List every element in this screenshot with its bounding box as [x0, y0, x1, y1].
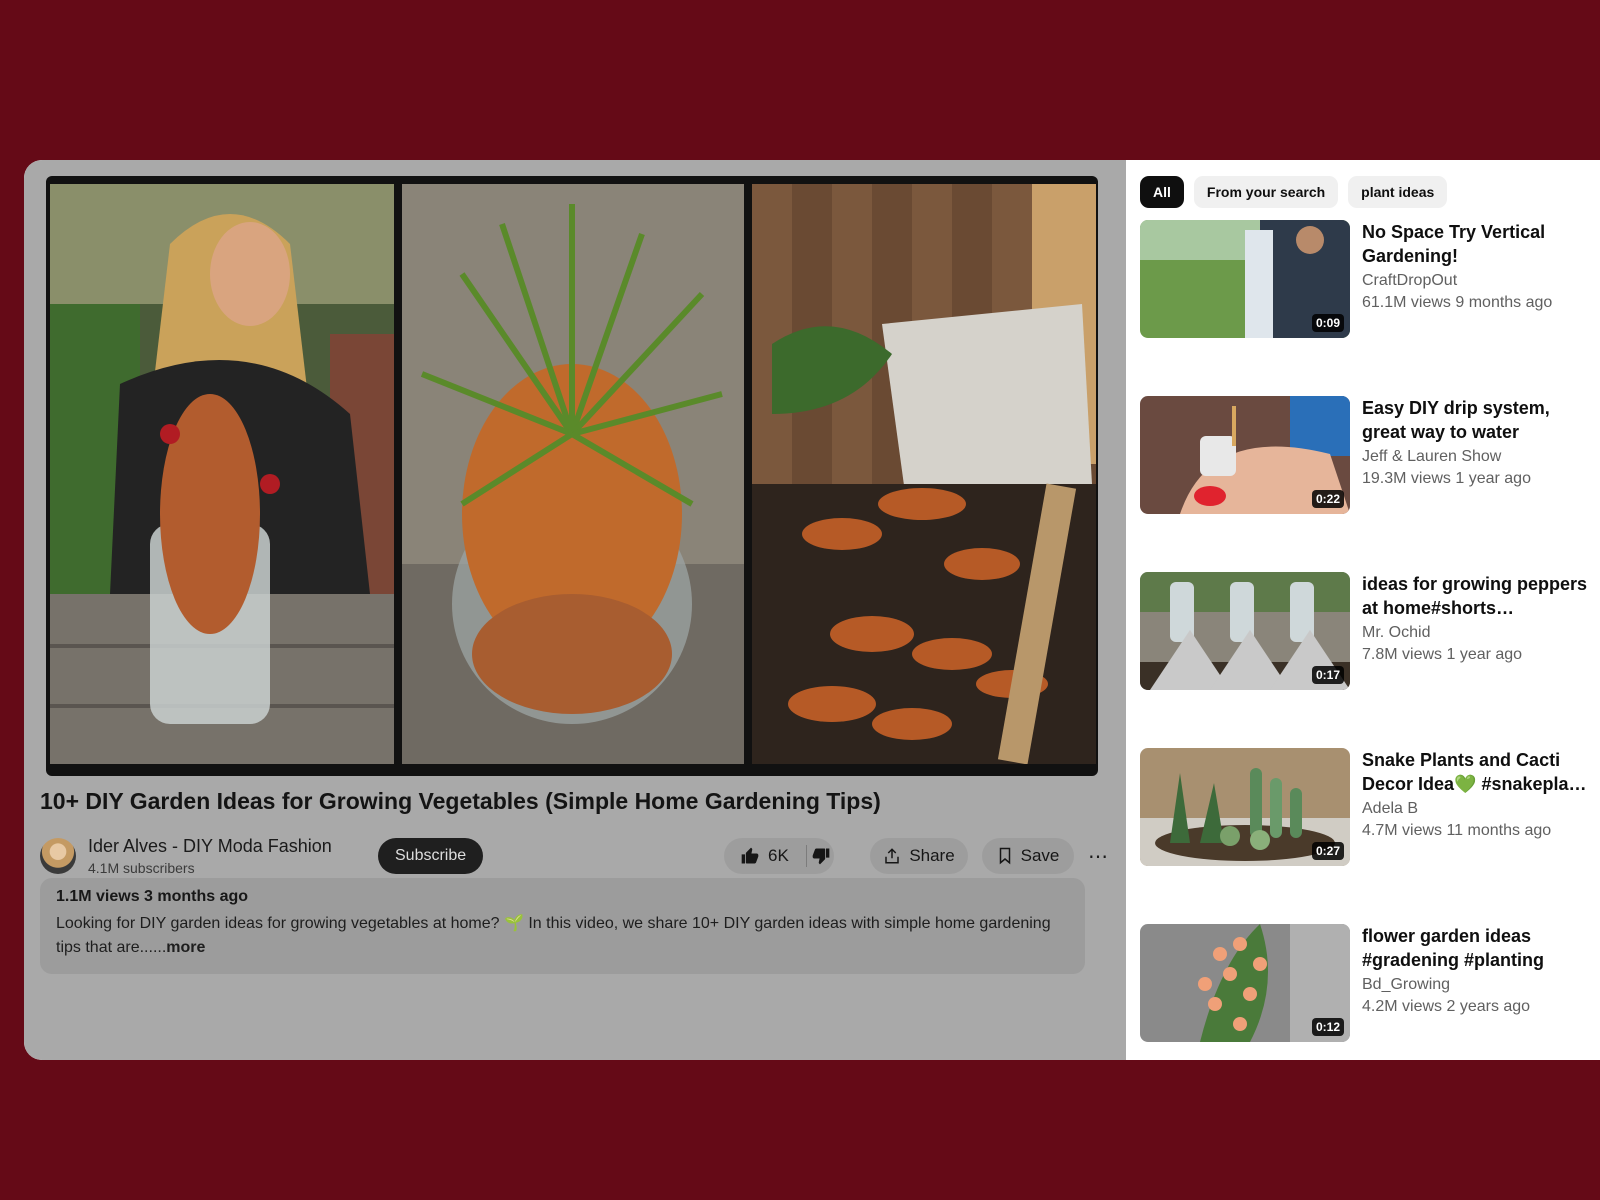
video-frame-middle	[402, 184, 744, 764]
chip-plant-ideas[interactable]: plant ideas	[1348, 176, 1448, 208]
video-thumbnail[interactable]: 0:09	[1140, 220, 1350, 338]
more-horizontal-icon: ⋯	[1088, 845, 1108, 868]
recommendation-item[interactable]: 0:12 flower garden ideas #gradening #pla…	[1140, 924, 1596, 1044]
like-count: 6K	[768, 846, 789, 865]
like-dislike-group: 6K	[724, 838, 834, 874]
subscriber-count: 4.1M subscribers	[88, 860, 195, 876]
share-label: Share	[909, 846, 955, 865]
show-more-link[interactable]: more	[166, 939, 205, 956]
recommendation-channel[interactable]: Mr. Ochid	[1362, 624, 1430, 642]
recommendation-title[interactable]: ideas for growing peppers at home#shorts…	[1362, 572, 1590, 620]
chip-all[interactable]: All	[1140, 176, 1184, 208]
watch-panel: 10+ DIY Garden Ideas for Growing Vegetab…	[24, 160, 1126, 1060]
video-thumbnail[interactable]: 0:12	[1140, 924, 1350, 1042]
recommendation-channel[interactable]: Bd_Growing	[1362, 976, 1450, 994]
filter-chips: All From your search plant ideas	[1140, 176, 1448, 208]
share-button[interactable]: Share	[870, 838, 968, 874]
recommendation-title[interactable]: Easy DIY drip system, great way to water…	[1362, 396, 1590, 444]
share-icon	[885, 848, 900, 864]
thumbs-up-icon	[741, 847, 759, 864]
description-box[interactable]: 1.1M views 3 months ago Looking for DIY …	[40, 878, 1085, 974]
video-duration: 0:22	[1311, 490, 1344, 508]
recommendation-title[interactable]: flower garden ideas #gradening #planting	[1362, 924, 1590, 972]
video-duration: 0:17	[1311, 666, 1344, 684]
recommendation-item[interactable]: 0:22 Easy DIY drip system, great way to …	[1140, 396, 1596, 516]
thumbs-down-icon	[812, 848, 829, 865]
recommendation-channel[interactable]: Adela B	[1362, 800, 1418, 818]
dislike-button[interactable]	[807, 838, 834, 874]
recommendation-meta: 7.8M views 1 year ago	[1362, 646, 1523, 663]
recommendation-channel[interactable]: CraftDropOut	[1362, 272, 1457, 290]
recommendation-meta: 19.3M views 1 year ago	[1362, 470, 1531, 487]
save-button[interactable]: Save	[982, 838, 1074, 874]
video-frame-right	[752, 184, 1096, 764]
video-thumbnail[interactable]: 0:22	[1140, 396, 1350, 514]
description-text: Looking for DIY garden ideas for growing…	[56, 912, 1069, 960]
recommendation-channel[interactable]: Jeff & Lauren Show	[1362, 448, 1501, 466]
video-frame-left	[50, 184, 394, 764]
video-thumbnail[interactable]: 0:17	[1140, 572, 1350, 690]
recommendation-item[interactable]: 0:27 Snake Plants and Cacti Decor Idea💚 …	[1140, 748, 1596, 868]
bookmark-icon	[999, 847, 1010, 865]
recommendation-title[interactable]: Snake Plants and Cacti Decor Idea💚 #snak…	[1362, 748, 1590, 796]
video-duration: 0:27	[1311, 842, 1344, 860]
app-window: 10+ DIY Garden Ideas for Growing Vegetab…	[24, 160, 1600, 1060]
recommendation-title[interactable]: No Space Try Vertical Gardening!	[1362, 220, 1590, 268]
subscribe-button[interactable]: Subscribe	[378, 838, 484, 874]
video-player[interactable]	[46, 176, 1098, 776]
video-duration: 0:09	[1311, 314, 1344, 332]
video-thumbnail[interactable]: 0:27	[1140, 748, 1350, 866]
video-title: 10+ DIY Garden Ideas for Growing Vegetab…	[40, 788, 881, 814]
channel-row: Ider Alves - DIY Moda Fashion 4.1M subsc…	[40, 836, 1110, 880]
recommendations-sidebar: All From your search plant ideas 0:09 No…	[1126, 160, 1600, 1060]
view-count-date: 1.1M views 3 months ago	[56, 888, 249, 905]
like-button[interactable]: 6K	[724, 838, 798, 874]
save-label: Save	[1020, 846, 1060, 865]
recommendation-item[interactable]: 0:09 No Space Try Vertical Gardening! Cr…	[1140, 220, 1596, 340]
video-duration: 0:12	[1311, 1018, 1344, 1036]
channel-avatar[interactable]	[40, 838, 76, 874]
recommendation-meta: 61.1M views 9 months ago	[1362, 294, 1553, 311]
recommendation-meta: 4.2M views 2 years ago	[1362, 998, 1531, 1015]
more-actions-button[interactable]: ⋯	[1080, 838, 1116, 874]
recommendation-meta: 4.7M views 11 months ago	[1362, 822, 1552, 839]
chip-from-your-search[interactable]: From your search	[1193, 176, 1339, 208]
channel-name[interactable]: Ider Alves - DIY Moda Fashion	[88, 836, 332, 857]
recommendation-item[interactable]: 0:17 ideas for growing peppers at home#s…	[1140, 572, 1596, 692]
